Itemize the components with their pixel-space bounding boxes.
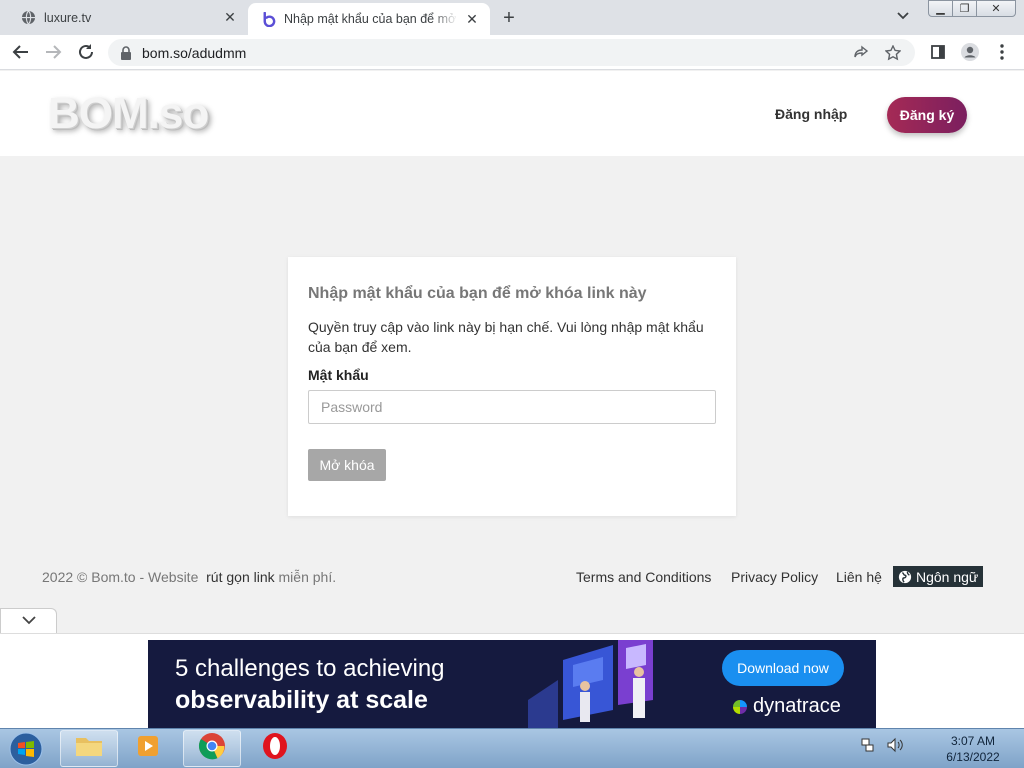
chrome-icon [198,732,226,765]
ad-brand-name: dynatrace [753,695,841,717]
card-description: Quyền truy cập vào link này bị hạn chế. … [308,319,704,355]
folder-icon [74,734,104,763]
browser-toolbar: bom.so/adudmm [0,35,1024,70]
site-logo[interactable]: BOM.so [48,89,209,139]
system-tray [860,737,904,758]
address-bar[interactable]: bom.so/adudmm [108,39,915,66]
kebab-menu-icon[interactable] [990,40,1014,64]
footer: 2022 © Bom.to - Website rút gọn link miễ… [0,566,1024,588]
tab-luxure[interactable]: luxure.tv ✕ [0,0,248,35]
media-player-taskbar-button[interactable] [120,730,178,767]
chrome-taskbar-button[interactable] [183,730,241,767]
site-header: BOM.so Đăng nhập Đăng ký [0,71,1024,156]
unlock-button[interactable]: Mở khóa [308,449,386,481]
shortlink-link[interactable]: rút gọn link [206,569,274,585]
ad-brand: dynatrace [731,695,841,718]
clock-date: 6/13/2022 [946,750,1000,764]
ad-collapse-toggle[interactable] [0,608,57,633]
login-link[interactable]: Đăng nhập [775,106,847,122]
browser-tab-bar: luxure.tv ✕ Nhập mật khẩu của bạn để mở … [0,0,1024,35]
dynatrace-logo-icon [731,698,749,716]
free-text: miễn phí. [278,569,337,585]
ad-container: 5 challenges to achieving observability … [0,633,1024,728]
tab-title: luxure.tv [44,10,92,25]
opera-icon [261,732,289,765]
password-input[interactable] [308,390,716,424]
register-button[interactable]: Đăng ký [887,97,967,133]
ad-illustration-icon [528,640,653,728]
minimize-window-icon[interactable]: ▁ [928,0,953,17]
windows-taskbar: 3:07 AM 6/13/2022 [0,728,1024,768]
chevron-down-icon [21,612,36,630]
ad-subheadline: observability at scale [175,686,428,714]
close-icon[interactable]: ✕ [222,9,238,26]
share-icon[interactable] [851,43,871,63]
copyright-text: 2022 © Bom.to - Website [42,569,199,585]
volume-icon[interactable] [886,737,904,758]
tab-bom-unlock[interactable]: Nhập mật khẩu của bạn để mở khóa link nà… [248,3,490,35]
contact-link[interactable]: Liên hệ [836,569,882,585]
side-panel-icon[interactable] [926,40,950,64]
globe-icon [898,570,912,584]
taskbar-clock[interactable]: 3:07 AM 6/13/2022 [930,733,1016,765]
network-icon[interactable] [860,737,876,758]
tab-title: Nhập mật khẩu của bạn để mở khóa link nà… [284,12,458,26]
card-title: Nhập mật khẩu của bạn để mở khóa link nà… [308,285,647,302]
file-explorer-taskbar-button[interactable] [60,730,118,767]
new-tab-plus-icon[interactable]: + [497,6,521,30]
media-player-icon [136,733,162,764]
windows-start-button[interactable] [6,731,46,767]
close-window-icon[interactable]: ✕ [976,0,1016,17]
footer-copyright: 2022 © Bom.to - Website rút gọn link miễ… [42,569,336,585]
reload-icon[interactable] [74,40,98,64]
opera-taskbar-button[interactable] [246,730,304,767]
chevron-down-icon[interactable] [896,8,914,26]
bom-favicon-icon [260,11,276,27]
ad-download-button[interactable]: Download now [722,650,844,686]
globe-icon [20,10,36,26]
address-url: bom.so/adudmm [142,44,247,61]
privacy-link[interactable]: Privacy Policy [731,569,818,585]
terms-link[interactable]: Terms and Conditions [576,569,711,585]
back-arrow-icon[interactable] [9,40,33,64]
forward-arrow-icon[interactable] [41,40,65,64]
maximize-window-icon[interactable]: ❐ [952,0,977,17]
unlock-card: Nhập mật khẩu của bạn để mở khóa link nà… [288,257,736,516]
lock-icon [120,45,134,60]
language-button[interactable]: Ngôn ngữ [893,566,984,587]
ad-headline: 5 challenges to achieving [175,655,445,682]
password-label: Mật khẩu [308,367,369,383]
dynatrace-ad-banner[interactable]: 5 challenges to achieving observability … [148,640,876,728]
bookmark-star-icon[interactable] [883,43,903,63]
language-label: Ngôn ngữ [916,568,979,585]
close-icon[interactable]: ✕ [464,11,480,27]
profile-avatar-icon[interactable] [958,40,982,64]
clock-time: 3:07 AM [950,734,996,748]
